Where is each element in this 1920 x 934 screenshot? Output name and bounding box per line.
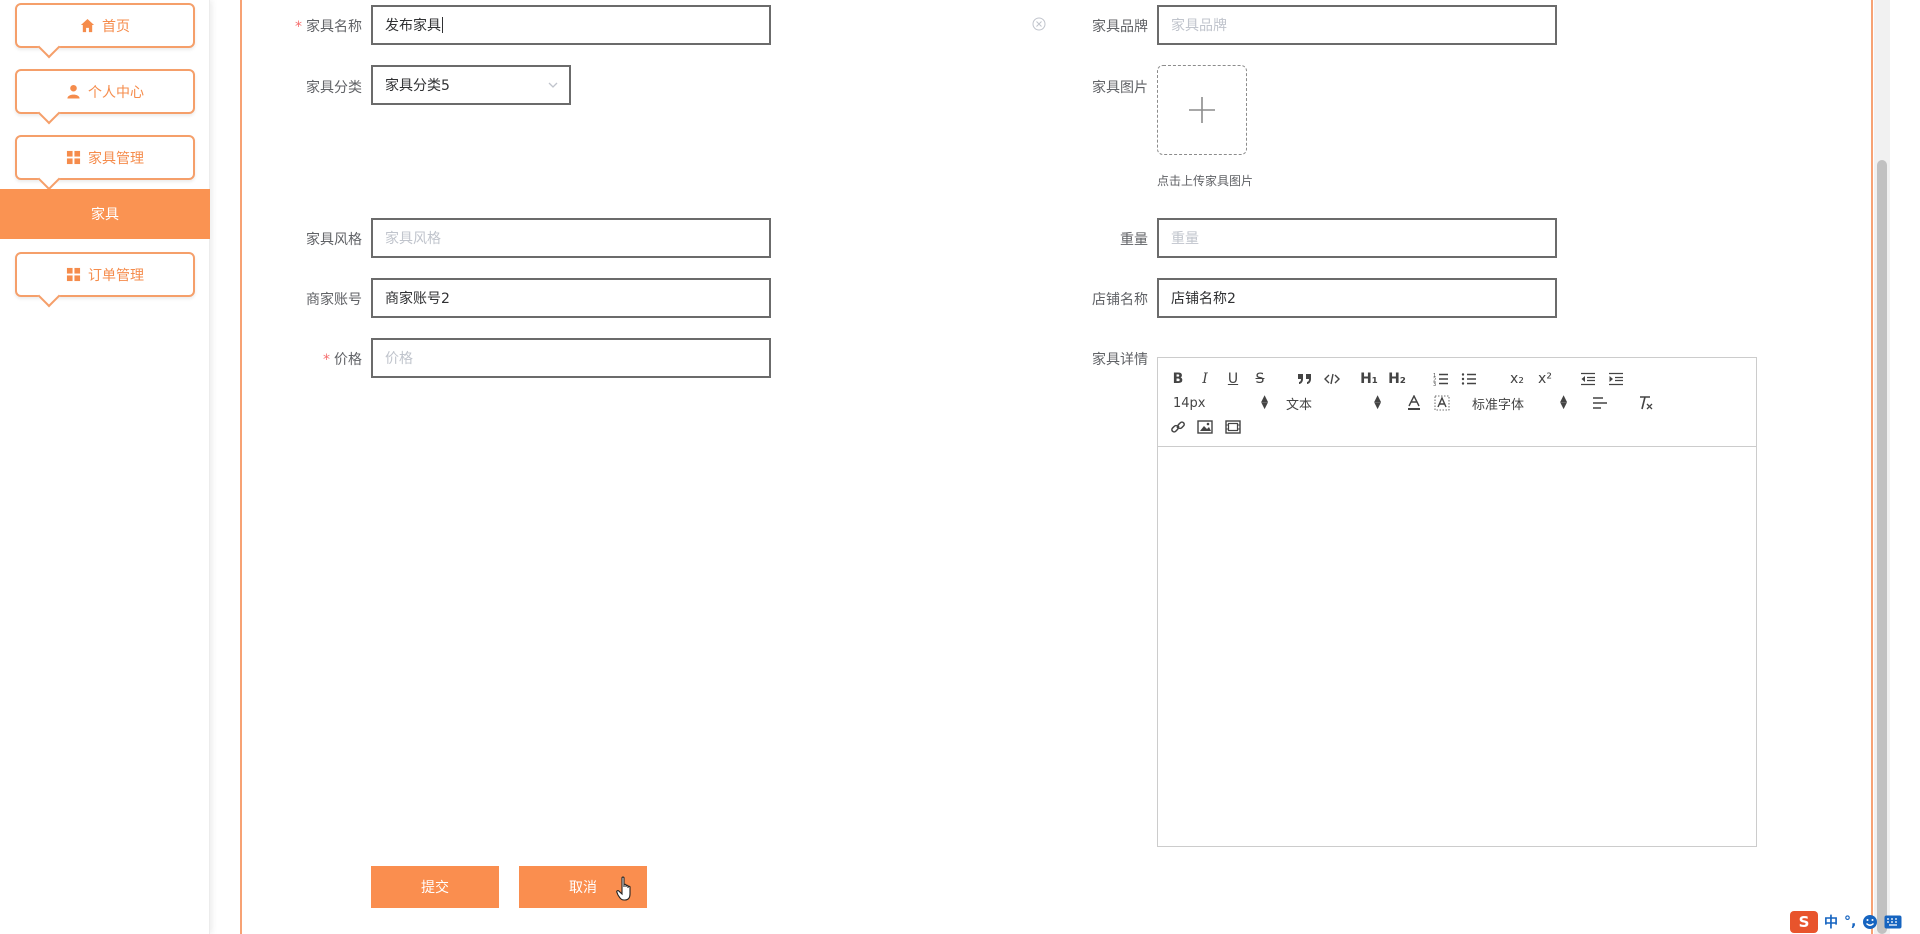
bold-button[interactable]: B — [1167, 369, 1189, 389]
ordered-list-icon: 123 — [1433, 373, 1448, 386]
emoji-icon[interactable] — [1862, 914, 1878, 930]
clear-format-icon — [1640, 396, 1653, 410]
shop-name-input[interactable]: 店铺名称2 — [1157, 278, 1557, 318]
hand-cursor-icon — [616, 876, 631, 901]
image-label: 家具图片 — [1092, 80, 1148, 96]
user-icon — [66, 84, 81, 99]
select-arrows-icon: ▲ ▼ — [1261, 394, 1268, 411]
header-2-button[interactable]: H₂ — [1386, 369, 1408, 389]
image-upload-box[interactable] — [1157, 65, 1247, 155]
select-arrows-icon: ▲ ▼ — [1374, 394, 1381, 411]
link-icon — [1171, 421, 1185, 433]
text-caret — [442, 17, 443, 33]
subscript-button[interactable]: x₂ — [1506, 369, 1528, 389]
keyboard-icon[interactable] — [1884, 915, 1902, 929]
submit-button[interactable]: 提交 — [371, 866, 499, 908]
grid-icon — [66, 267, 81, 282]
header-1-button[interactable]: H₁ — [1358, 369, 1380, 389]
align-button[interactable] — [1589, 393, 1611, 413]
plus-icon — [1189, 97, 1215, 123]
price-label: * 价格 — [323, 352, 362, 368]
superscript-button[interactable]: x² — [1534, 369, 1556, 389]
video-icon — [1225, 420, 1241, 434]
sidebar-item-label: 个人中心 — [88, 84, 144, 101]
code-block-button[interactable] — [1321, 369, 1343, 389]
text-color-button[interactable] — [1403, 393, 1425, 413]
merchant-account-input[interactable]: 商家账号2 — [371, 278, 771, 318]
scrollbar-thumb[interactable] — [1877, 160, 1887, 934]
bullet-list-button[interactable] — [1458, 369, 1480, 389]
page-scrollbar[interactable] — [1874, 0, 1890, 934]
sogou-logo-icon[interactable]: S — [1790, 911, 1818, 933]
sidebar-item-label: 首页 — [102, 18, 130, 35]
weight-label: 重量 — [1120, 232, 1148, 248]
rich-text-editor: B I U S H₁ H₂ 123 x₂ x² 14px ▲ ▼ 文本 ▲ ▼ … — [1157, 357, 1757, 847]
name-input[interactable]: 发布家具 — [371, 5, 771, 45]
ime-tray: S 中 °, — [1790, 910, 1920, 934]
clear-format-button[interactable] — [1635, 393, 1657, 413]
link-button[interactable] — [1167, 417, 1189, 437]
svg-text:3: 3 — [1433, 382, 1436, 386]
punctuation-icon[interactable]: °, — [1844, 914, 1856, 930]
style-label: 家具风格 — [306, 232, 362, 248]
name-label: * 家具名称 — [295, 19, 362, 35]
header-select[interactable]: 文本 ▲ ▼ — [1286, 393, 1381, 413]
image-button[interactable] — [1194, 417, 1216, 437]
brand-input[interactable]: 家具品牌 — [1157, 5, 1557, 45]
underline-button[interactable]: U — [1222, 369, 1244, 389]
editor-content-area[interactable] — [1158, 448, 1756, 846]
font-family-select[interactable]: 标准字体 ▲ ▼ — [1472, 393, 1567, 413]
sidebar-item-label: 家具管理 — [88, 150, 144, 167]
price-input[interactable]: 价格 — [371, 338, 771, 378]
strike-button[interactable]: S — [1249, 369, 1271, 389]
font-size-select[interactable]: 14px ▲ ▼ — [1173, 393, 1268, 413]
merchant-account-label: 商家账号 — [306, 292, 362, 308]
ordered-list-button[interactable]: 123 — [1430, 369, 1452, 389]
sidebar-item-order-management[interactable]: 订单管理 — [15, 252, 195, 297]
background-color-icon — [1434, 395, 1450, 411]
editor-toolbar: B I U S H₁ H₂ 123 x₂ x² 14px ▲ ▼ 文本 ▲ ▼ … — [1158, 358, 1756, 447]
chevron-down-icon — [548, 82, 558, 88]
select-arrows-icon: ▲ ▼ — [1560, 394, 1567, 411]
align-left-icon — [1593, 397, 1607, 409]
sidebar: 首页 个人中心 家具管理 家具 订单管理 — [0, 0, 210, 934]
sidebar-item-label: 订单管理 — [88, 267, 144, 284]
background-color-button[interactable] — [1431, 393, 1453, 413]
italic-button[interactable]: I — [1194, 369, 1216, 389]
indent-button[interactable] — [1605, 369, 1627, 389]
style-input[interactable]: 家具风格 — [371, 218, 771, 258]
category-label: 家具分类 — [306, 80, 362, 96]
indent-icon — [1609, 372, 1623, 386]
text-color-icon — [1408, 395, 1420, 410]
video-button[interactable] — [1222, 417, 1244, 437]
image-icon — [1197, 420, 1213, 434]
weight-input[interactable]: 重量 — [1157, 218, 1557, 258]
quote-button[interactable] — [1294, 369, 1316, 389]
sidebar-subitem-furniture[interactable]: 家具 — [0, 189, 210, 239]
image-upload-tip: 点击上传家具图片 — [1157, 174, 1254, 188]
bullet-list-icon — [1461, 373, 1476, 385]
sidebar-item-profile[interactable]: 个人中心 — [15, 69, 195, 114]
ime-mode-indicator[interactable]: 中 — [1824, 912, 1838, 932]
outdent-icon — [1581, 372, 1595, 386]
category-select[interactable]: 家具分类5 — [371, 65, 571, 105]
shop-name-label: 店铺名称 — [1092, 292, 1148, 308]
grid-icon — [66, 150, 81, 165]
sidebar-item-furniture-management[interactable]: 家具管理 — [15, 135, 195, 180]
home-icon — [80, 18, 95, 33]
sidebar-item-home[interactable]: 首页 — [15, 3, 195, 48]
details-label: 家具详情 — [1092, 352, 1148, 368]
quote-icon — [1298, 374, 1311, 384]
brand-label: 家具品牌 — [1092, 19, 1148, 35]
outdent-button[interactable] — [1577, 369, 1599, 389]
code-icon — [1324, 373, 1340, 385]
